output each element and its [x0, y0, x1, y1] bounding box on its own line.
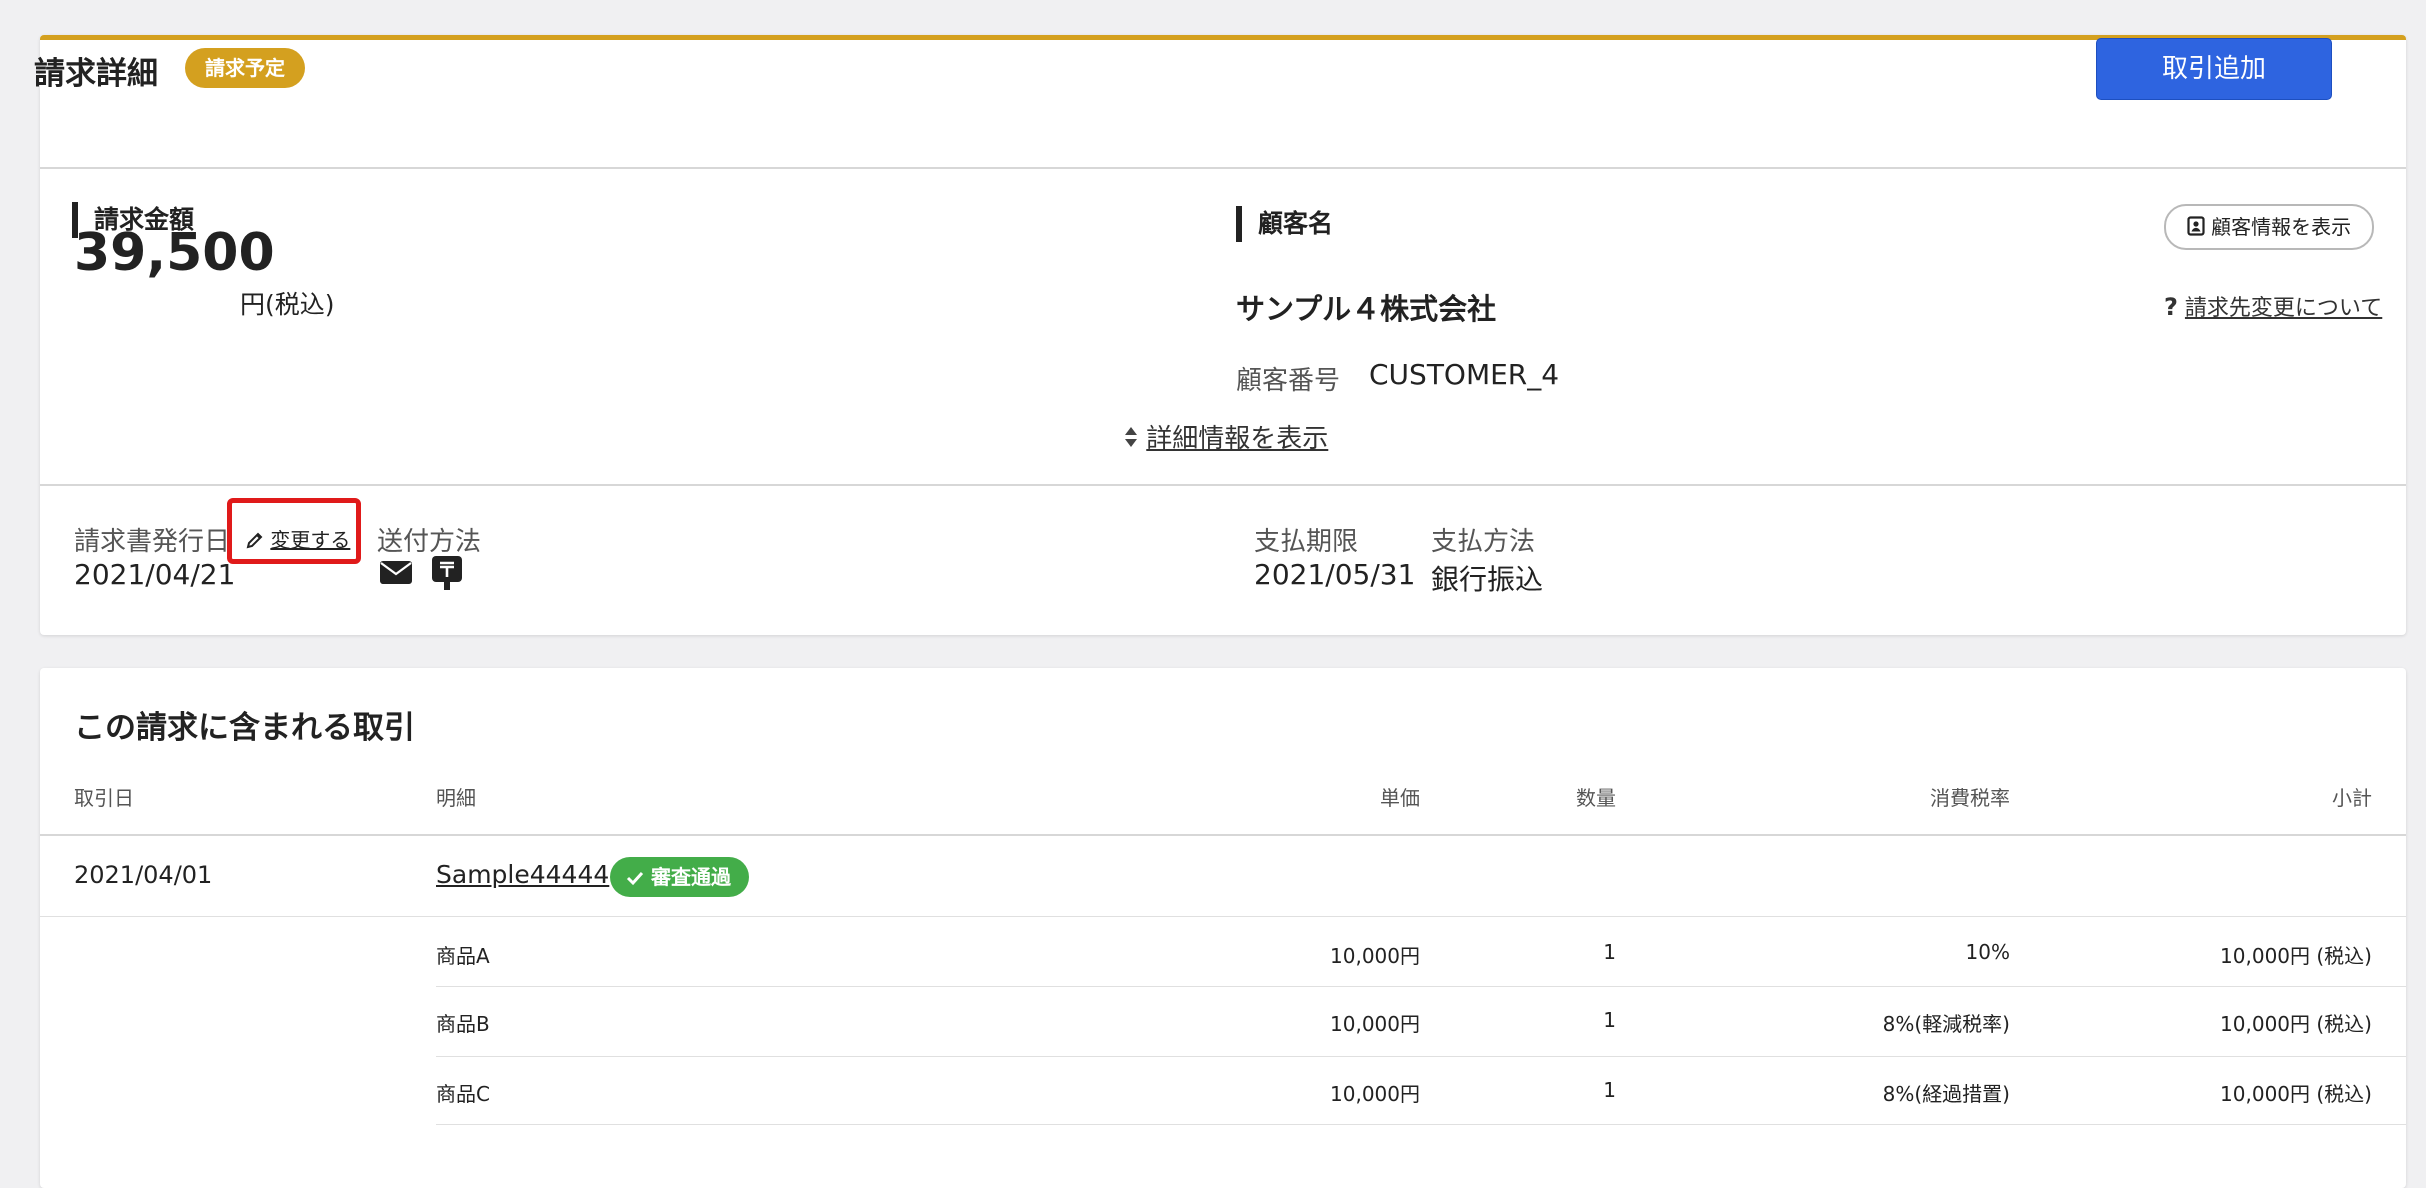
- page-title: 請求詳細: [34, 56, 158, 92]
- customer-name-label: 顧客名: [1236, 206, 1333, 242]
- envelope-icon: [379, 558, 413, 590]
- billing-amount-unit: 円(税込): [240, 290, 335, 319]
- item-name: 商品A: [436, 944, 490, 968]
- row-divider: [40, 916, 2406, 917]
- item-tax-rate: 8%(軽減税率): [1882, 1012, 2010, 1036]
- view-customer-info-button[interactable]: 顧客情報を表示: [2164, 204, 2374, 250]
- pencil-icon: [246, 530, 264, 554]
- table-header-divider: [40, 834, 2406, 836]
- change-billing-help[interactable]: ? 請求先変更について: [2164, 290, 2382, 322]
- item-quantity: 1: [1603, 940, 1616, 964]
- meta-divider: [40, 484, 2406, 486]
- col-date: 取引日: [74, 786, 134, 810]
- question-icon: ?: [2164, 293, 2178, 321]
- transaction-name-link[interactable]: Sample44444: [436, 860, 609, 889]
- col-tax-rate: 消費税率: [1930, 786, 2010, 810]
- item-subtotal: 10,000円 (税込): [2220, 1012, 2372, 1036]
- issue-date-label: 請求書発行日: [74, 527, 231, 557]
- col-subtotal: 小計: [2332, 786, 2372, 810]
- col-detail: 明細: [436, 786, 476, 810]
- issue-date-value: 2021/04/21: [74, 558, 236, 591]
- item-name: 商品B: [436, 1012, 490, 1036]
- item-unit-price: 10,000円: [1330, 1012, 1420, 1036]
- status-badge: 請求予定: [185, 48, 305, 88]
- customer-number-value: CUSTOMER_4: [1369, 358, 1560, 391]
- item-tax-rate: 10%: [1965, 940, 2010, 964]
- review-passed-badge: 審査通過: [610, 857, 749, 897]
- payment-method-value: 銀行振込: [1431, 563, 1544, 596]
- view-customer-info-label: 顧客情報を表示: [2211, 215, 2352, 239]
- show-details-toggle[interactable]: 詳細情報を表示: [1124, 418, 1328, 455]
- payment-method-label: 支払方法: [1431, 527, 1536, 557]
- due-date-label: 支払期限: [1254, 527, 1359, 557]
- review-passed-label: 審査通過: [650, 865, 731, 889]
- show-details-link[interactable]: 詳細情報を表示: [1146, 424, 1328, 454]
- item-subtotal: 10,000円 (税込): [2220, 1082, 2372, 1106]
- item-quantity: 1: [1603, 1008, 1616, 1032]
- item-unit-price: 10,000円: [1330, 1082, 1420, 1106]
- due-date-value: 2021/05/31: [1254, 558, 1416, 591]
- change-billing-link[interactable]: 請求先変更について: [2185, 296, 2382, 321]
- customer-name: サンプル４株式会社: [1236, 292, 1497, 326]
- item-name: 商品C: [436, 1082, 490, 1106]
- col-quantity: 数量: [1576, 786, 1616, 810]
- header-divider: [40, 167, 2406, 169]
- contact-card-icon: [2187, 208, 2205, 250]
- billing-amount-value: 39,500: [74, 223, 275, 283]
- transactions-title: この請求に含まれる取引: [74, 710, 415, 746]
- col-unit-price: 単価: [1380, 786, 1420, 810]
- send-method-label: 送付方法: [377, 527, 482, 557]
- change-issue-date-button[interactable]: 変更する: [246, 524, 350, 554]
- row-divider: [436, 986, 2406, 987]
- sort-icon: [1124, 425, 1138, 455]
- row-divider: [436, 1124, 2406, 1125]
- add-transaction-button[interactable]: 取引追加: [2096, 38, 2332, 100]
- check-icon: [626, 859, 644, 899]
- item-quantity: 1: [1603, 1078, 1616, 1102]
- item-tax-rate: 8%(経過措置): [1882, 1082, 2010, 1106]
- item-subtotal: 10,000円 (税込): [2220, 944, 2372, 968]
- change-issue-date-label: 変更する: [270, 528, 351, 552]
- transaction-date: 2021/04/01: [74, 861, 213, 889]
- row-divider: [436, 1056, 2406, 1057]
- post-icon: [431, 555, 463, 595]
- customer-number-label: 顧客番号: [1236, 366, 1341, 396]
- item-unit-price: 10,000円: [1330, 944, 1420, 968]
